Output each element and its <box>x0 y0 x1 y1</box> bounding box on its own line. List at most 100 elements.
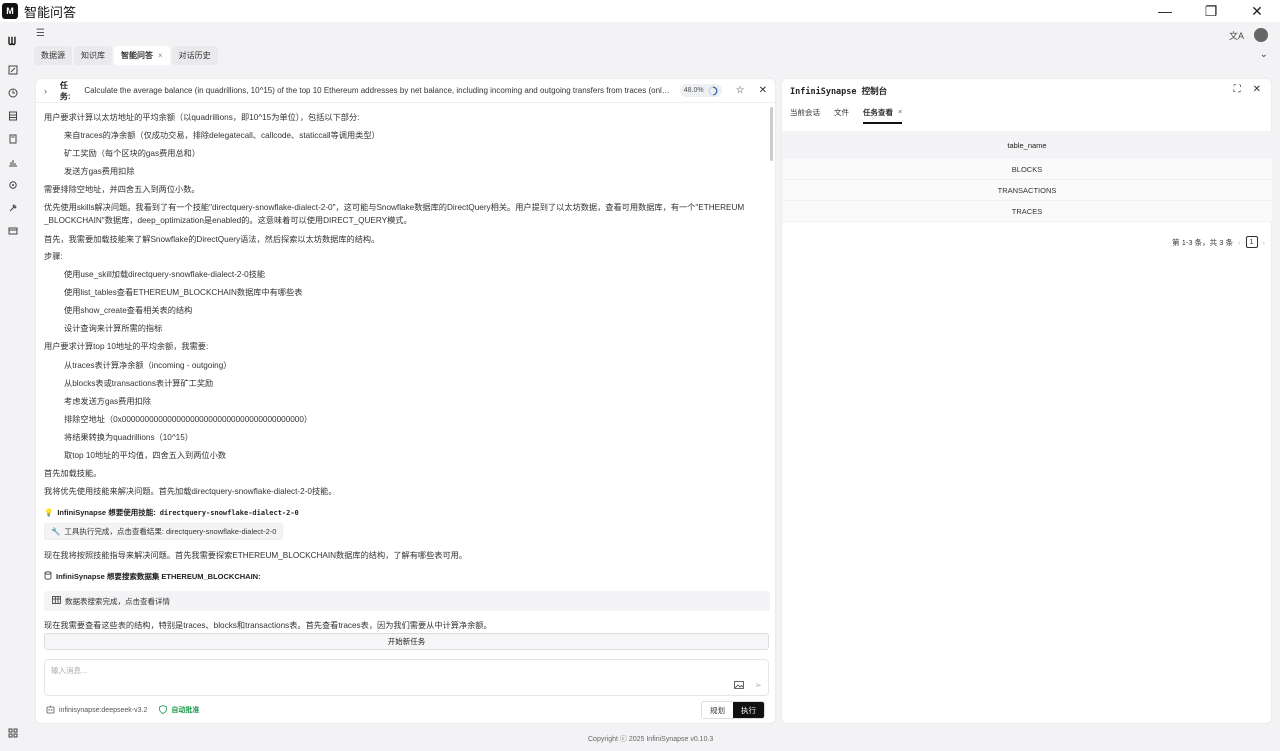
sidebar-toggle-icon[interactable]: ☰ <box>36 28 45 39</box>
tab-close-icon[interactable]: × <box>898 107 902 118</box>
table-row[interactable]: TRACES <box>782 201 1272 222</box>
dataset-search-text: InfiniSynapse 想要搜索数据集 ETHEREUM_BLOCKCHAI… <box>56 572 261 581</box>
apps-grid-icon[interactable] <box>5 725 21 741</box>
brand-icon[interactable]: ᗯ <box>4 34 20 50</box>
wrench-icon: 🔧 <box>51 527 61 536</box>
tab-current-session[interactable]: 当前会话 <box>790 107 820 124</box>
message-text: 现在我将按照技能指导来解决问题。首先我需要探索ETHEREUM_BLOCKCHA… <box>44 551 468 560</box>
task-text: Calculate the average balance (in quadri… <box>84 86 674 95</box>
close-window-button[interactable]: ✕ <box>1234 0 1280 22</box>
skill-name: directquery-snowflake-dialect-2-0 <box>159 508 299 517</box>
app-title: 智能问答 <box>24 5 77 21</box>
tab-smart-qa[interactable]: 智能问答 × <box>114 46 170 65</box>
edit-icon[interactable] <box>5 62 21 78</box>
table-icon <box>52 596 61 606</box>
message-text: 用户要求计算top 10地址的平均余额，我需要: <box>44 342 209 351</box>
message-bullet: 从blocks表或transactions表计算矿工奖励 <box>64 379 214 388</box>
message-bullet: 考虑发送方gas费用扣除 <box>64 397 151 406</box>
close-icon[interactable]: ✕ <box>1253 84 1261 95</box>
message-text: 首先加载技能。 <box>44 469 102 478</box>
window-controls: — ❐ ✕ <box>1142 0 1280 22</box>
minimize-button[interactable]: — <box>1142 0 1188 22</box>
tab-label: 当前会话 <box>790 108 820 117</box>
page-number[interactable]: 1 <box>1245 236 1258 248</box>
message-bullet: 使用list_tables查看ETHEREUM_BLOCKCHAIN数据库中有哪… <box>64 288 303 297</box>
message-text: 需要排除空地址，并四舍五入到两位小数。 <box>44 185 200 194</box>
tab-knowledge-base[interactable]: 知识库 <box>74 46 112 65</box>
model-selector[interactable]: infinisynapse:deepseek-v3.2 <box>59 707 147 714</box>
message-text: 现在我需要查看这些表的结构，特别是traces、blocks和transacti… <box>44 621 492 630</box>
app-logo: M <box>2 3 18 19</box>
chart-icon[interactable] <box>5 154 21 170</box>
model-icon <box>46 705 55 716</box>
dataset-result-bar[interactable]: 数据表搜索完成，点击查看详情 <box>44 591 770 611</box>
message-bullet: 使用use_skill加载directquery-snowflake-diale… <box>64 270 266 279</box>
history-icon[interactable] <box>5 85 21 101</box>
expand-chevron-icon[interactable]: › <box>44 86 54 96</box>
message-text: 优先使用skills解决问题。我看到了有一个技能"directquery-sno… <box>44 203 745 212</box>
chat-footer: infinisynapse:deepseek-v3.2 自动批准 <box>46 703 766 717</box>
chevron-down-icon[interactable]: ⌄ <box>1260 49 1268 60</box>
message-bullet: 设计查询来计算所需的指标 <box>64 324 163 333</box>
tab-label: 知识库 <box>81 51 105 60</box>
pagination-summary: 第 1-3 条，共 3 条 <box>1172 237 1233 247</box>
console-panel: InfiniSynapse 控制台 ⛶ ✕ 当前会话 文件 任务查看 × tabl… <box>781 78 1272 724</box>
message-bullet: 来自traces的净余额（仅成功交易，排除delegatecall、callco… <box>64 131 380 140</box>
table-row[interactable]: BLOCKS <box>782 159 1272 180</box>
star-icon[interactable]: ☆ <box>736 85 745 96</box>
message-bullet: 将结果转换为quadrillions（10^15） <box>64 433 193 442</box>
skill-request: 💡 InfiniSynapse 想要使用技能: directquery-snow… <box>44 507 299 518</box>
task-label: 任务: <box>59 80 71 101</box>
database-icon <box>44 571 52 582</box>
database-icon[interactable] <box>5 108 21 124</box>
fullscreen-icon[interactable]: ⛶ <box>1234 84 1241 95</box>
tab-label: 数据源 <box>41 51 65 60</box>
message-bullet: 取top 10地址的平均值，四舍五入到两位小数 <box>64 451 226 460</box>
console-tabs: 当前会话 文件 任务查看 × <box>790 107 903 124</box>
auto-approve-toggle[interactable]: 自动批准 <box>171 705 199 715</box>
maximize-button[interactable]: ❐ <box>1188 0 1234 22</box>
plan-mode-button[interactable]: 规划 <box>702 702 733 718</box>
message-scrollbar[interactable] <box>770 107 773 161</box>
next-page-icon[interactable]: › <box>1263 238 1266 247</box>
book-icon[interactable] <box>5 131 21 147</box>
image-upload-icon[interactable] <box>734 681 744 691</box>
tool-result-chip[interactable]: 🔧 工具执行完成，点击查看结果: directquery-snowflake-d… <box>44 523 284 540</box>
pagination: 第 1-3 条，共 3 条 ‹ 1 › <box>1172 236 1265 248</box>
send-icon[interactable]: ➢ <box>754 680 762 691</box>
avatar[interactable] <box>1254 28 1268 42</box>
column-header[interactable]: table_name <box>782 131 1272 159</box>
title-bar: M 智能问答 — ❐ ✕ <box>0 0 1280 22</box>
prev-page-icon[interactable]: ‹ <box>1238 238 1241 247</box>
mode-switch: 规划 执行 <box>701 701 765 719</box>
lightbulb-icon: 💡 <box>44 508 54 517</box>
tab-label: 智能问答 <box>121 51 153 60</box>
tab-files[interactable]: 文件 <box>834 107 849 124</box>
progress-badge: 48.0% <box>679 84 722 97</box>
message-bullet: 矿工奖励（每个区块的gas费用总和） <box>64 149 201 158</box>
console-title: InfiniSynapse 控制台 <box>790 87 888 97</box>
tool-icon[interactable] <box>5 200 21 216</box>
message-bullet: 从traces表计算净余额（incoming - outgoing） <box>64 361 232 370</box>
dataset-result-text: 数据表搜索完成，点击查看详情 <box>65 596 170 606</box>
tab-data-source[interactable]: 数据源 <box>34 46 72 65</box>
message-text: 首先，我需要加载技能来了解Snowflake的DirectQuery语法，然后探… <box>44 235 380 244</box>
progress-value: 48.0% <box>683 87 704 94</box>
tab-label: 对话历史 <box>178 51 211 60</box>
card-icon[interactable] <box>5 223 21 239</box>
table-row[interactable]: TRANSACTIONS <box>782 180 1272 201</box>
message-input[interactable] <box>51 666 711 675</box>
message-input-box: ➢ <box>44 659 769 696</box>
tab-label: 任务查看 <box>863 108 893 117</box>
settings-icon[interactable] <box>5 177 21 193</box>
tab-chat-history[interactable]: 对话历史 <box>171 46 218 65</box>
dataset-search-request: InfiniSynapse 想要搜索数据集 ETHEREUM_BLOCKCHAI… <box>44 571 261 582</box>
translate-icon[interactable]: 文A <box>1229 29 1244 42</box>
tab-close-icon[interactable]: × <box>158 51 163 60</box>
close-icon[interactable]: ✕ <box>759 85 767 96</box>
new-task-button[interactable]: 开始新任务 <box>44 633 769 650</box>
tab-label: 文件 <box>834 108 849 117</box>
execute-mode-button[interactable]: 执行 <box>733 702 764 718</box>
tab-task-view[interactable]: 任务查看 × <box>863 107 903 124</box>
task-header: › 任务: Calculate the average balance (in … <box>36 79 775 103</box>
